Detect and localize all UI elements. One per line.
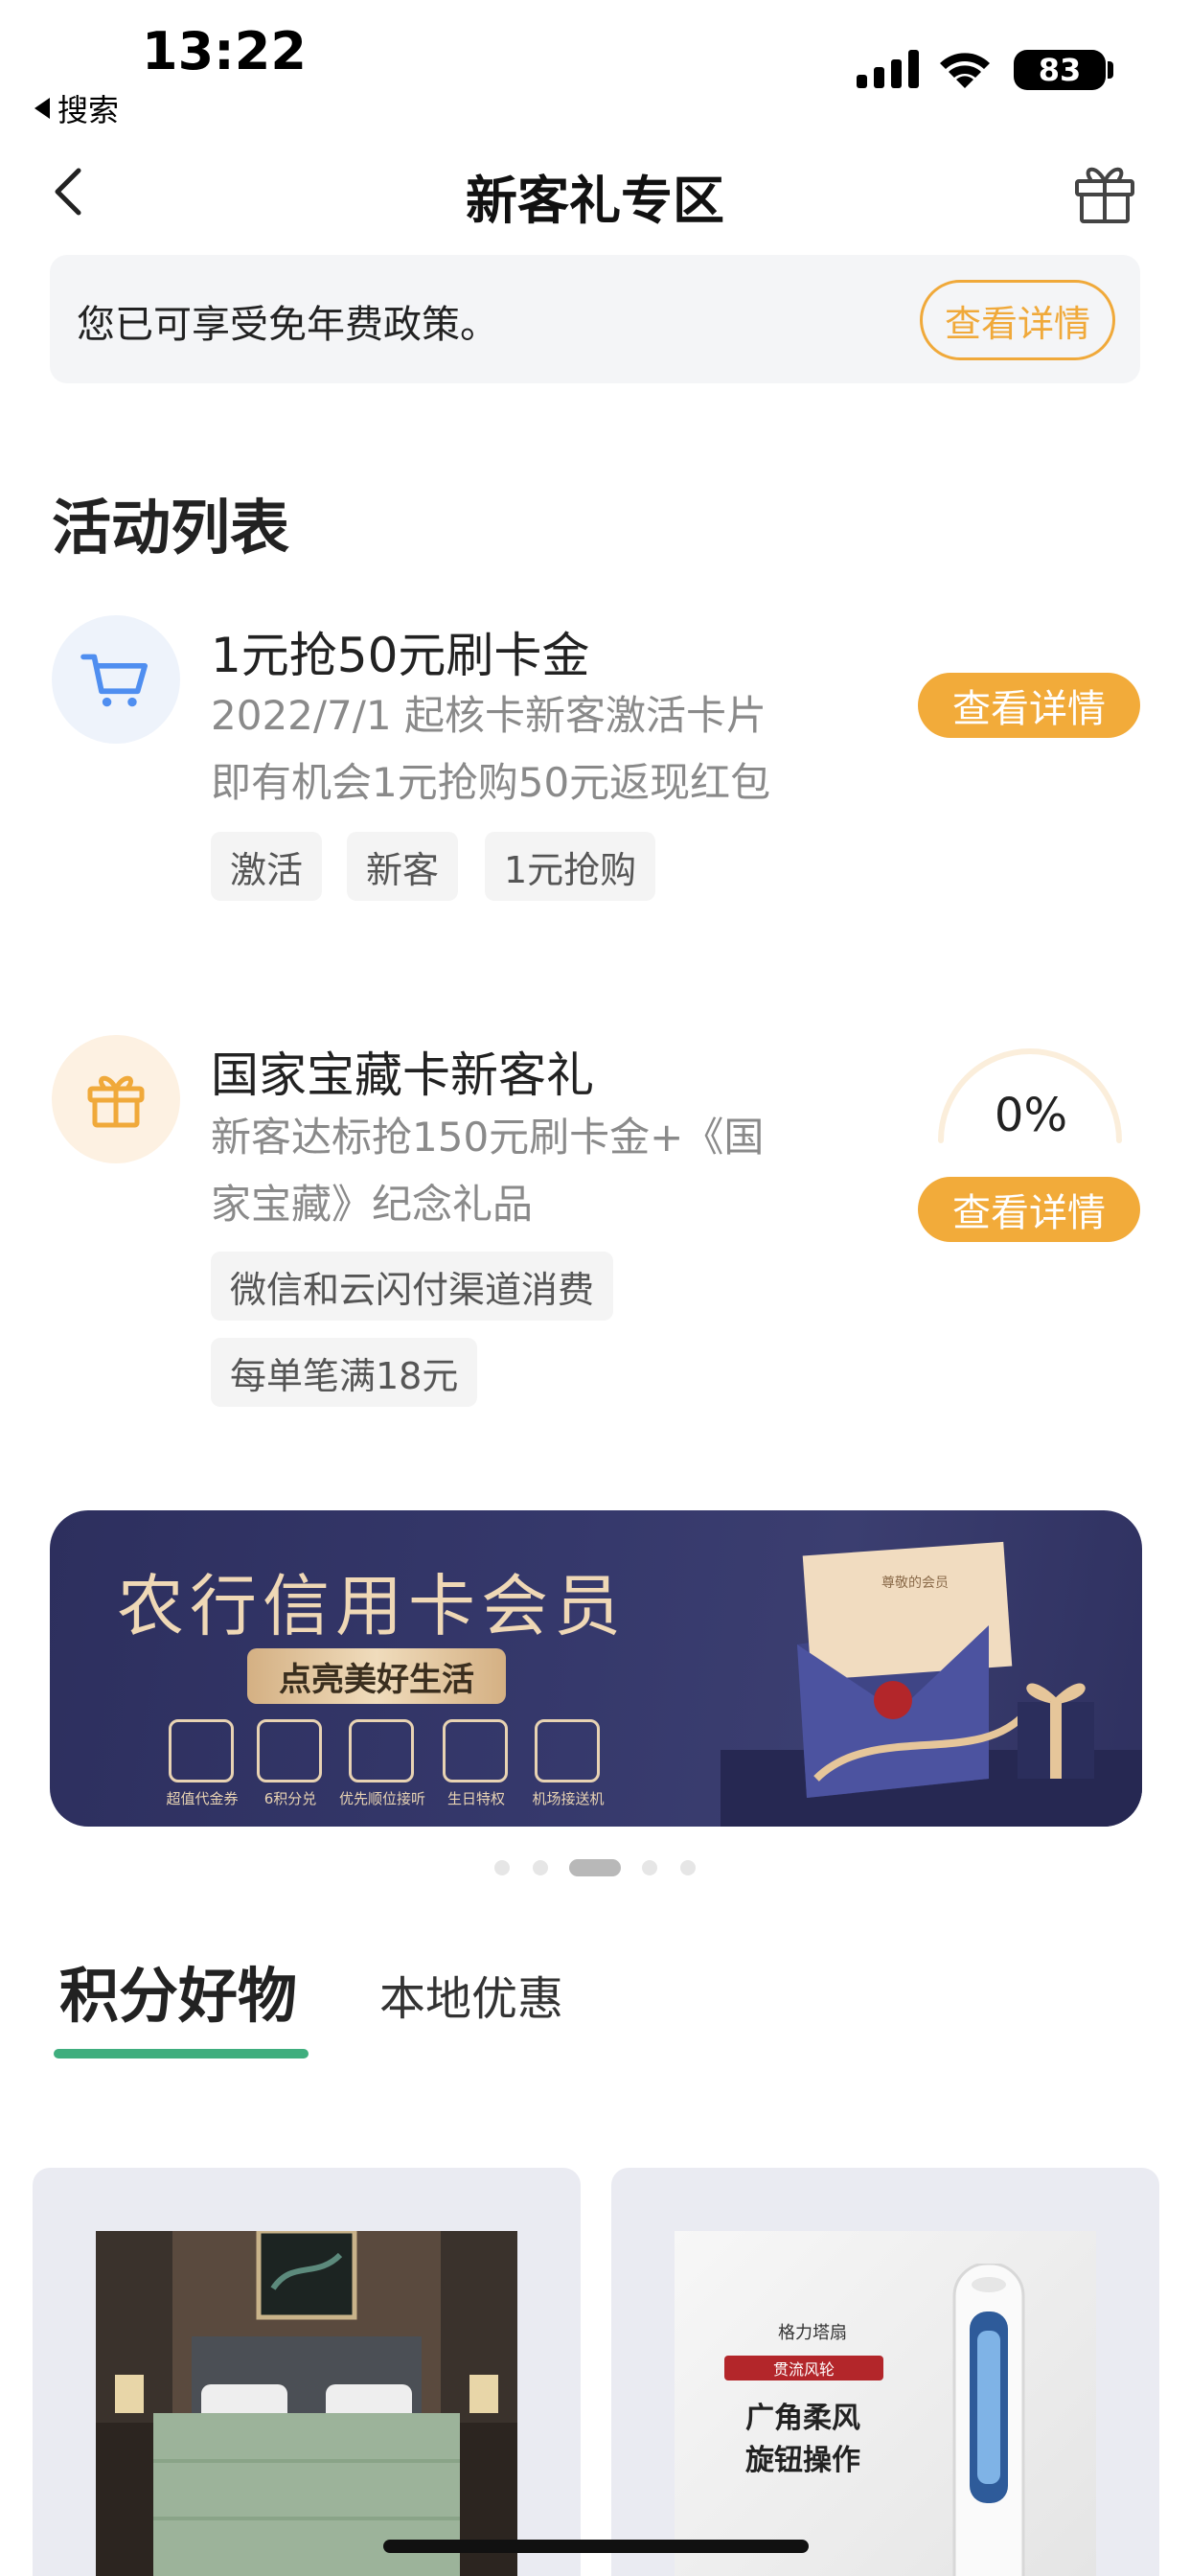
activity-tag: 新客 [347, 832, 459, 901]
carousel-dot[interactable] [533, 1860, 548, 1875]
tab-points-goods[interactable]: 积分好物 [59, 1947, 297, 2034]
benefit-label: 优先顺位接听 [338, 1790, 425, 1807]
activity-detail-button[interactable]: 查看详情 [918, 1177, 1140, 1242]
car-icon [535, 1719, 600, 1782]
back-to-app-link[interactable]: 搜索 [34, 86, 119, 130]
benefit-label: 生日特权 [446, 1790, 505, 1807]
activity-desc-line: 2022/7/1 起核卡新客激活卡片 [211, 692, 767, 739]
back-triangle-icon [34, 98, 50, 119]
page-title: 新客礼专区 [466, 171, 724, 231]
cellular-signal-icon [857, 50, 919, 88]
notice-text: 您已可享受免年费政策。 [77, 303, 498, 347]
envelope-text: 尊敬的会员 [881, 1575, 949, 1591]
product-card[interactable]: 格力塔扇 贯流风轮 广角柔风 旋钮操作 [611, 2168, 1159, 2576]
phone-icon [349, 1719, 414, 1782]
product-feature: 广角柔风 [745, 2402, 860, 2435]
status-time: 13:22 [142, 21, 307, 81]
activity-detail-button[interactable]: 查看详情 [918, 673, 1140, 738]
activity-desc-line: 家宝藏》纪念礼品 [211, 1181, 534, 1228]
carousel-dot-active[interactable] [569, 1859, 621, 1876]
coupon-icon [169, 1719, 234, 1782]
banner-subtitle: 点亮美好生活 [247, 1648, 506, 1704]
member-banner[interactable]: 农行信用卡会员 点亮美好生活 超值代金券 6积分兑 优先顺位接听 生日特权 机场… [50, 1510, 1142, 1827]
tab-local-offers[interactable]: 本地优惠 [379, 1961, 563, 2028]
benefit-label: 6积分兑 [263, 1790, 317, 1807]
notice-detail-button[interactable]: 查看详情 [920, 280, 1115, 360]
battery-nub [1108, 61, 1113, 79]
product-badge: 贯流风轮 [724, 2356, 883, 2380]
activity-tag: 激活 [211, 832, 323, 901]
points-icon [257, 1719, 322, 1782]
product-brand: 格力塔扇 [778, 2323, 847, 2343]
benefit-label: 机场接送机 [532, 1790, 605, 1807]
product-card[interactable] [33, 2168, 581, 2576]
home-indicator[interactable] [383, 2540, 809, 2553]
carousel-dot[interactable] [642, 1860, 657, 1875]
envelope-gift-illustration: 尊敬的会员 [721, 1541, 1142, 1827]
product-feature: 旋钮操作 [745, 2444, 860, 2477]
activity-desc-line: 即有机会1元抢购50元返现红包 [211, 759, 771, 806]
activity-desc-line: 新客达标抢150元刷卡金+《国 [211, 1114, 765, 1161]
bedroom-bedding-photo [96, 2231, 517, 2576]
carousel-dot[interactable] [680, 1860, 696, 1875]
chevron-left-icon[interactable] [46, 163, 88, 220]
activity-title[interactable]: 国家宝藏卡新客礼 [211, 1037, 594, 1106]
activity-tag: 微信和云闪付渠道消费 [211, 1252, 614, 1321]
wifi-icon [940, 53, 990, 88]
gift-icon[interactable] [1071, 158, 1138, 225]
battery-indicator: 83 [1014, 50, 1106, 90]
cart-icon [80, 654, 148, 707]
activity-title[interactable]: 1元抢50元刷卡金 [211, 617, 589, 686]
birthday-cake-icon [443, 1719, 508, 1782]
progress-percent: 0% [994, 1089, 1068, 1142]
activity-tag: 每单笔满18元 [211, 1338, 478, 1407]
tab-underline [54, 2049, 309, 2058]
banner-title: 农行信用卡会员 [117, 1567, 627, 1645]
tower-fan-image [952, 2264, 1025, 2576]
back-to-app-label: 搜索 [57, 92, 120, 128]
activity-icon-bg [52, 615, 180, 744]
gift-icon [87, 1075, 145, 1128]
activity-tag: 1元抢购 [485, 832, 656, 901]
activity-list-title: 活动列表 [52, 493, 290, 563]
carousel-dot[interactable] [494, 1860, 510, 1875]
activity-icon-bg [52, 1035, 180, 1163]
